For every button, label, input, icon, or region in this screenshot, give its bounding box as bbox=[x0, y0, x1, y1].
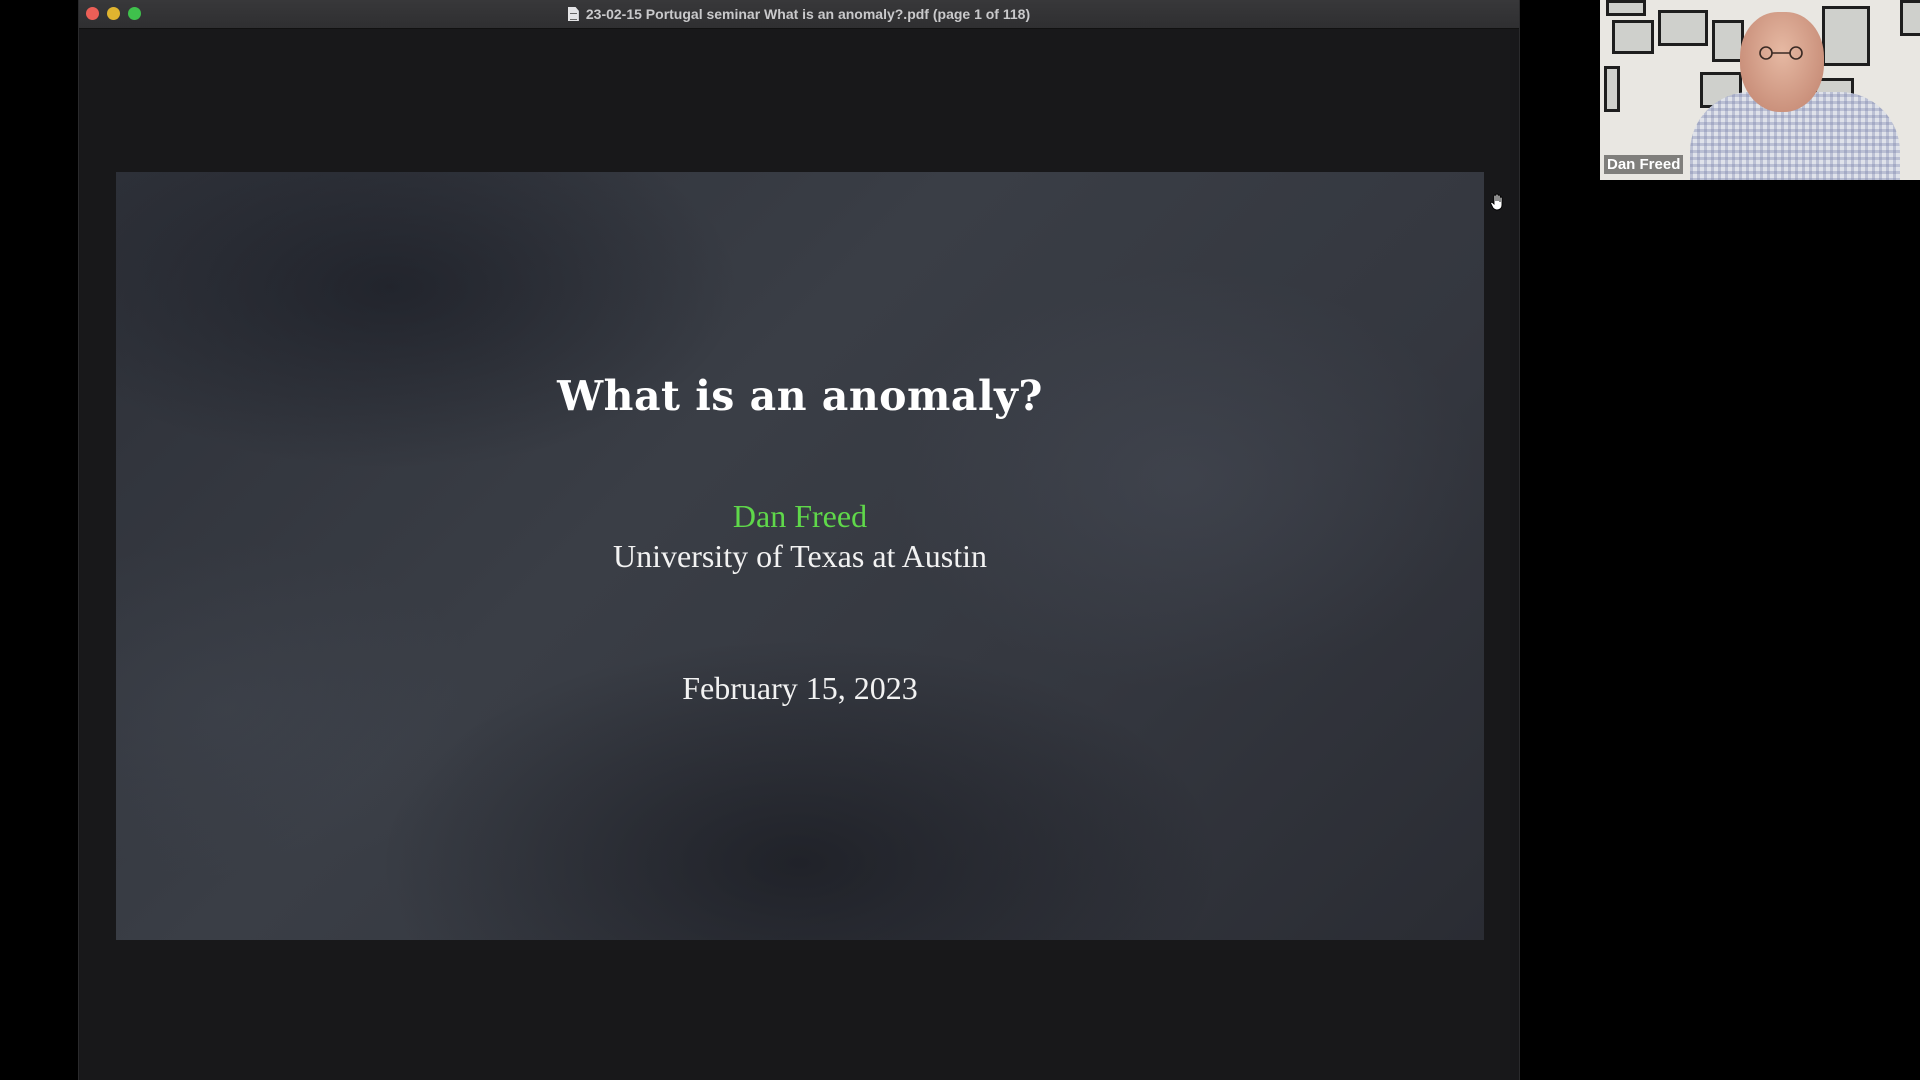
desktop: 23-02-15 Portugal seminar What is an ano… bbox=[0, 0, 1920, 1080]
fullscreen-window-button[interactable] bbox=[128, 7, 141, 20]
wall-picture-frame bbox=[1658, 10, 1708, 46]
window-title-group: 23-02-15 Portugal seminar What is an ano… bbox=[567, 6, 1031, 22]
wall-picture-frame bbox=[1612, 20, 1654, 54]
participant-name-label: Dan Freed bbox=[1604, 155, 1684, 174]
title-bar[interactable]: 23-02-15 Portugal seminar What is an ano… bbox=[79, 0, 1519, 29]
presentation-slide: What is an anomaly? Dan Freed University… bbox=[116, 172, 1484, 940]
wall-picture-frame bbox=[1604, 66, 1620, 112]
slide-author: Dan Freed bbox=[732, 498, 868, 534]
hand-cursor-icon bbox=[1490, 193, 1503, 211]
glasses-icon bbox=[1759, 46, 1803, 60]
close-window-button[interactable] bbox=[86, 7, 99, 20]
slide-date: February 15, 2023 bbox=[682, 670, 918, 706]
window-controls bbox=[86, 7, 141, 20]
pdf-viewer-window: 23-02-15 Portugal seminar What is an ano… bbox=[78, 0, 1520, 1080]
participant-video-tile[interactable]: Dan Freed bbox=[1600, 0, 1920, 180]
slide-title: What is an anomaly? bbox=[557, 372, 1043, 420]
participant-head bbox=[1740, 12, 1824, 112]
minimize-window-button[interactable] bbox=[107, 7, 120, 20]
window-title: 23-02-15 Portugal seminar What is an ano… bbox=[585, 6, 1031, 22]
wall-picture-frame bbox=[1606, 0, 1646, 16]
pdf-document-icon bbox=[567, 7, 579, 21]
wall-picture-frame bbox=[1900, 0, 1920, 36]
slide-affiliation: University of Texas at Austin bbox=[612, 538, 987, 574]
wall-picture-frame bbox=[1822, 6, 1870, 66]
